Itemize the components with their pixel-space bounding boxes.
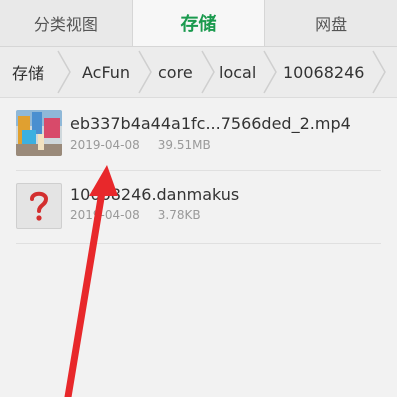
chevron-right-icon xyxy=(200,47,216,97)
file-size: 39.51MB xyxy=(157,138,211,152)
tab-category-view[interactable]: 分类视图 xyxy=(0,0,132,46)
breadcrumb-item-10068246[interactable]: 10068246 xyxy=(283,47,364,97)
breadcrumb-item-acfun[interactable]: AcFun xyxy=(82,47,130,97)
file-meta: 2019-04-08 3.78KB xyxy=(70,208,201,222)
tab-storage[interactable]: 存储 xyxy=(131,0,266,46)
breadcrumb-item-storage[interactable]: 存储 xyxy=(12,47,44,97)
chevron-right-icon xyxy=(137,47,153,97)
chevron-right-icon xyxy=(371,47,387,97)
list-item[interactable]: 10068246.danmakus 2019-04-08 3.78KB xyxy=(0,171,397,243)
file-meta: 2019-04-08 39.51MB xyxy=(70,138,211,152)
unknown-file-icon xyxy=(16,183,62,229)
file-date: 2019-04-08 xyxy=(70,208,140,222)
video-thumbnail-icon xyxy=(16,110,62,156)
breadcrumb: 存储 AcFun core local 10068246 xyxy=(0,47,397,98)
file-name: eb337b4a44a1fc...7566ded_2.mp4 xyxy=(70,114,351,133)
chevron-right-icon xyxy=(56,47,72,97)
tab-bar: 分类视图 存储 网盘 xyxy=(0,0,397,47)
breadcrumb-item-core[interactable]: core xyxy=(158,47,193,97)
file-date: 2019-04-08 xyxy=(70,138,140,152)
breadcrumb-item-local[interactable]: local xyxy=(219,47,256,97)
list-item[interactable]: eb337b4a44a1fc...7566ded_2.mp4 2019-04-0… xyxy=(0,98,397,170)
tab-cloud-drive[interactable]: 网盘 xyxy=(265,0,397,46)
file-name: 10068246.danmakus xyxy=(70,185,240,204)
chevron-right-icon xyxy=(262,47,278,97)
file-size: 3.78KB xyxy=(157,208,201,222)
divider xyxy=(16,243,381,244)
